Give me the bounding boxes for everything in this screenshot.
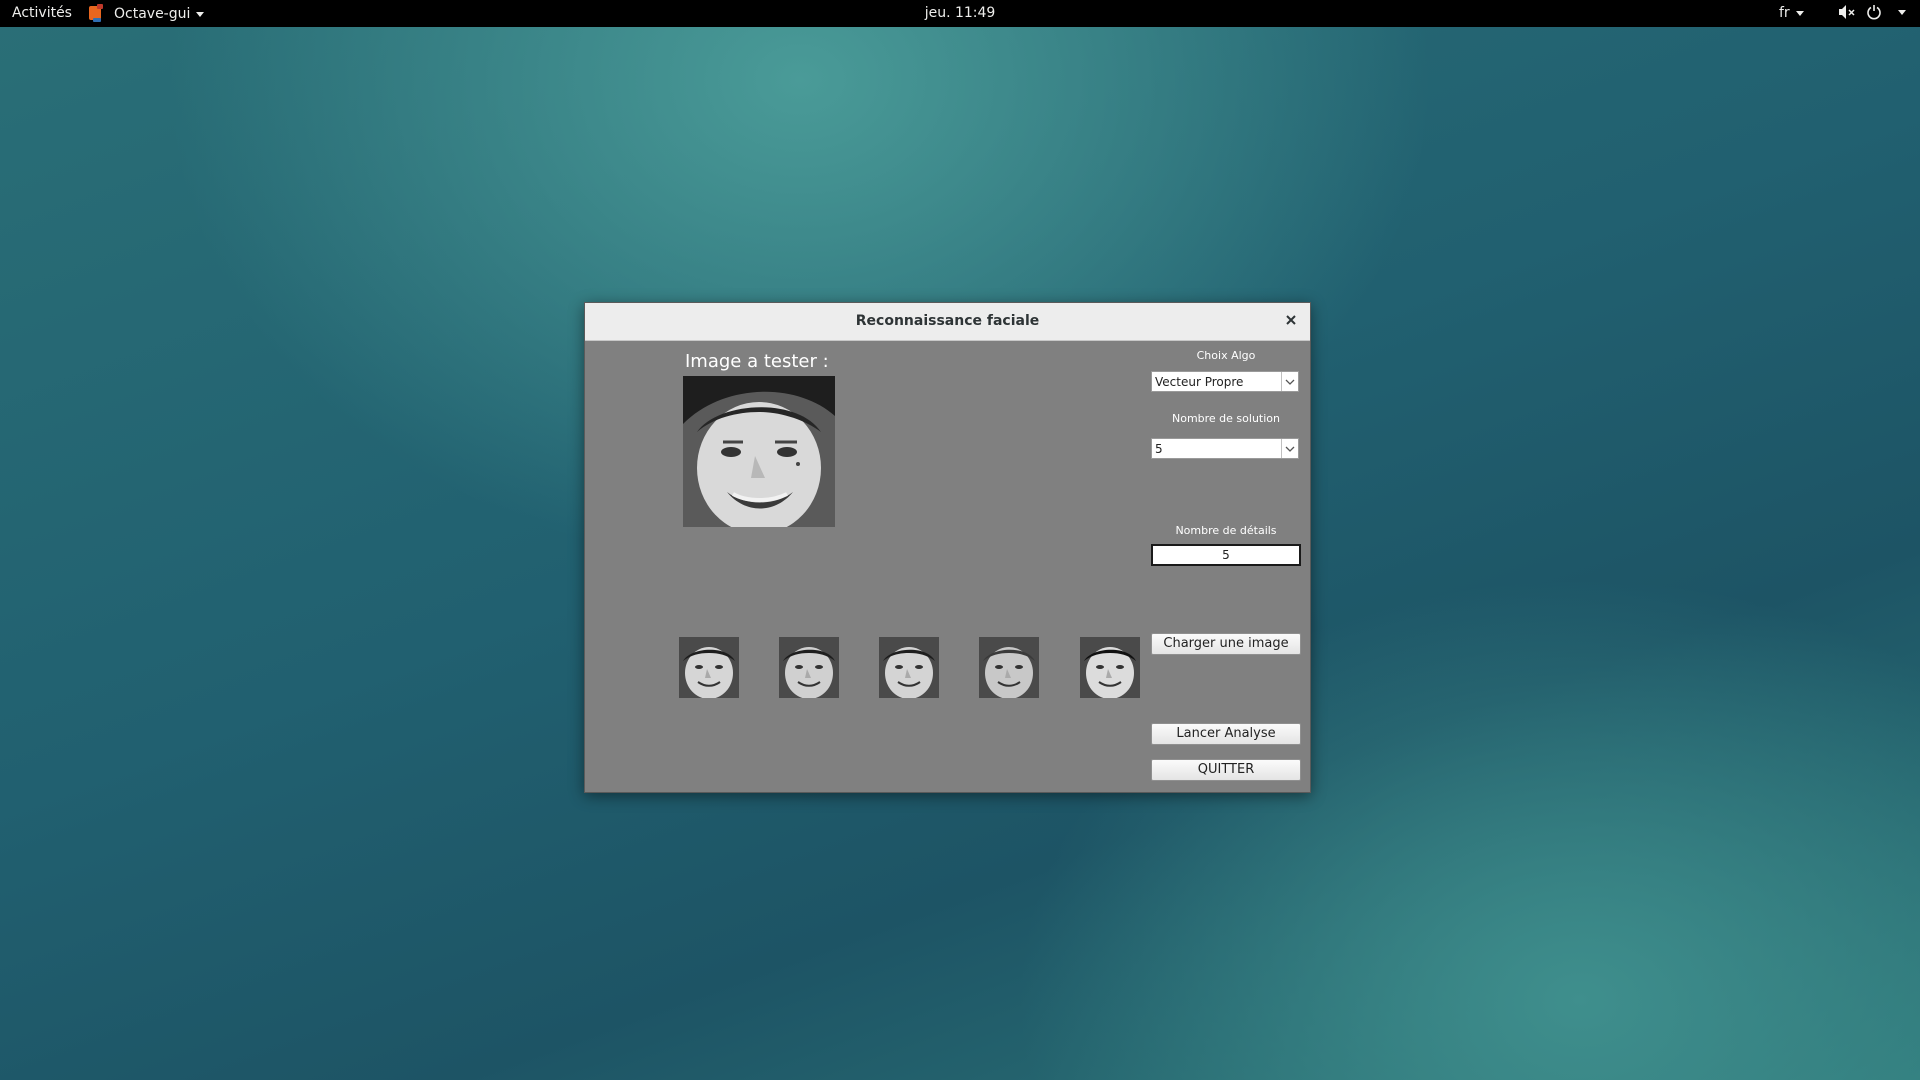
algo-select-value: Vecteur Propre	[1155, 375, 1244, 389]
app-menu-label: Octave-gui	[114, 6, 191, 22]
volume-muted-icon	[1839, 5, 1855, 19]
power-icon	[1867, 5, 1881, 20]
language-selector[interactable]: fr	[1779, 5, 1804, 21]
result-face-thumbnail	[679, 637, 739, 698]
result-face-thumbnail	[779, 637, 839, 698]
run-analysis-button[interactable]: Lancer Analyse	[1151, 723, 1301, 745]
system-tray[interactable]	[1838, 4, 1906, 20]
solutions-select[interactable]: 5	[1151, 438, 1299, 459]
load-image-button[interactable]: Charger une image	[1151, 633, 1301, 655]
language-label: fr	[1779, 5, 1790, 21]
algo-select[interactable]: Vecteur Propre	[1151, 371, 1299, 392]
test-face-image	[683, 376, 835, 527]
result-face-thumbnail	[1080, 637, 1140, 698]
chevron-down-icon	[1281, 372, 1298, 391]
face-recognition-dialog: Reconnaissance faciale Image a tester :	[584, 302, 1311, 793]
details-label: Nombre de détails	[1175, 524, 1277, 537]
clock[interactable]: jeu. 11:49	[925, 5, 996, 21]
chevron-down-icon	[1281, 439, 1298, 458]
result-face-thumbnail	[879, 637, 939, 698]
test-image-label: Image a tester :	[685, 351, 829, 372]
top-bar: Activités Octave-gui jeu. 11:49 fr	[0, 0, 1920, 27]
solutions-label: Nombre de solution	[1171, 412, 1280, 425]
app-menu-caret-icon	[196, 11, 205, 17]
dialog-title: Reconnaissance faciale	[855, 313, 1040, 329]
details-input[interactable]: 5	[1151, 544, 1301, 566]
dialog-titlebar[interactable]: Reconnaissance faciale	[585, 303, 1310, 341]
quit-button[interactable]: QUITTER	[1151, 759, 1301, 781]
algo-label: Choix Algo	[1196, 349, 1256, 362]
activities-button[interactable]: Activités	[12, 5, 72, 21]
close-icon[interactable]	[1282, 311, 1300, 329]
solutions-select-value: 5	[1155, 442, 1163, 456]
dialog-content: Image a tester : Choix Algo Vecteur Prop…	[585, 341, 1310, 792]
language-caret-icon	[1795, 10, 1804, 16]
octave-app-icon	[89, 4, 103, 22]
system-menu-caret-icon	[1898, 9, 1906, 15]
clock-container: jeu. 11:49	[0, 5, 1920, 21]
app-menu[interactable]: Octave-gui	[88, 4, 205, 23]
result-face-thumbnail	[979, 637, 1039, 698]
